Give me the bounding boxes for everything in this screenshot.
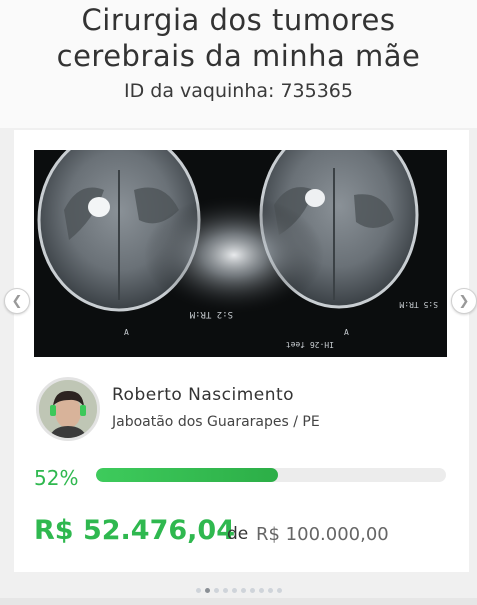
svg-text:IH-26 feet: IH-26 feet xyxy=(286,340,334,349)
brain-scan-image: S:2 TR:M IH-26 feet S:5 TR:M A A xyxy=(34,150,447,357)
carousel-dot[interactable] xyxy=(231,587,237,593)
page-title-line-1: Cirurgia dos tumores xyxy=(81,3,396,37)
carousel-dot[interactable] xyxy=(204,587,210,593)
owner-location: Jaboatão dos Guararapes / PE xyxy=(112,414,320,430)
campaign-card[interactable]: S:2 TR:M IH-26 feet S:5 TR:M A A Roberto… xyxy=(14,130,469,572)
carousel-dot[interactable] xyxy=(213,587,219,593)
page-title-line-2: cerebrais da minha mãe xyxy=(56,39,421,73)
owner-name[interactable]: Roberto Nascimento xyxy=(112,385,294,405)
carousel-prev-button[interactable]: ❮ xyxy=(4,288,30,314)
chevron-left-icon: ❮ xyxy=(11,293,23,309)
chevron-right-icon: ❯ xyxy=(458,293,470,309)
amount-goal: R$ 100.000,00 xyxy=(256,524,389,545)
page-header: Cirurgia dos tumores cerebrais da minha … xyxy=(0,0,477,128)
svg-text:S:5 TR:M: S:5 TR:M xyxy=(399,300,438,309)
amount-connector: de xyxy=(227,524,249,544)
carousel-indicator[interactable] xyxy=(0,585,477,595)
progress-bar-fill xyxy=(96,468,278,482)
next-card-edge xyxy=(0,598,477,605)
carousel-dot[interactable] xyxy=(276,587,282,593)
carousel-next-button[interactable]: ❯ xyxy=(451,288,477,314)
carousel-dot[interactable] xyxy=(240,587,246,593)
progress-bar xyxy=(96,468,446,482)
progress-percent: 52% xyxy=(34,466,79,490)
svg-text:A: A xyxy=(124,328,129,337)
carousel-dot[interactable] xyxy=(222,587,228,593)
avatar[interactable] xyxy=(36,377,100,441)
carousel-dot[interactable] xyxy=(258,587,264,593)
carousel-dot[interactable] xyxy=(195,587,201,593)
avatar-photo xyxy=(39,380,97,438)
vaquinha-id: ID da vaquinha: 735365 xyxy=(124,80,353,102)
svg-text:S:2 TR:M: S:2 TR:M xyxy=(189,309,233,319)
amount-raised: R$ 52.476,04 xyxy=(34,515,235,546)
svg-text:A: A xyxy=(344,328,349,337)
carousel-dot[interactable] xyxy=(249,587,255,593)
page-title: Cirurgia dos tumores cerebrais da minha … xyxy=(0,2,477,74)
campaign-photo[interactable]: S:2 TR:M IH-26 feet S:5 TR:M A A xyxy=(34,150,447,357)
carousel-dot[interactable] xyxy=(267,587,273,593)
